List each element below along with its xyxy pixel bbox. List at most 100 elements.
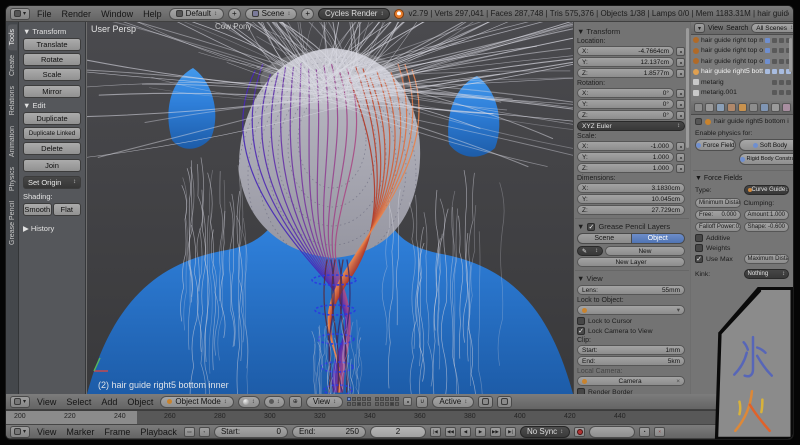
grease-pencil-header[interactable]: ▼ Grease Pencil Layers: [577, 222, 685, 231]
tab-constraints-icon[interactable]: [749, 103, 758, 112]
tab-modifiers-icon[interactable]: [760, 103, 769, 112]
maximum-distance-field[interactable]: Maximum Distanc:0.037: [744, 254, 790, 264]
screen-layout-selector[interactable]: Default ↕: [169, 8, 224, 20]
gp-new-button[interactable]: New: [605, 246, 685, 256]
render-engine-selector[interactable]: Cycles Render ↕: [318, 8, 390, 20]
rotation-z-field[interactable]: Z:0°: [577, 110, 674, 120]
delete-button[interactable]: Delete: [23, 142, 81, 155]
menu-render[interactable]: Render: [59, 9, 95, 19]
clip-start-field[interactable]: Start:1mm: [577, 345, 685, 355]
amount-field[interactable]: Amount:1.000: [744, 210, 790, 220]
rotate-button[interactable]: Rotate: [23, 53, 81, 66]
falloff-power-field[interactable]: Falloff Power:0.000: [695, 222, 741, 232]
npanel-transform-header[interactable]: ▼ Transform: [577, 27, 685, 36]
tl-menu-frame[interactable]: Frame: [101, 427, 133, 437]
lock-icon[interactable]: [676, 58, 685, 67]
additive-checkbox[interactable]: [695, 234, 703, 242]
3d-menu-select[interactable]: Select: [63, 397, 94, 407]
lock-icon[interactable]: [676, 153, 685, 162]
manipulator-translate-icon[interactable]: ⊕: [289, 396, 302, 408]
weights-checkbox[interactable]: [695, 244, 703, 252]
select-icon[interactable]: [779, 59, 784, 64]
location-x-field[interactable]: X:-4.7664cm: [577, 46, 674, 56]
outliner-menu-view[interactable]: View: [708, 25, 723, 32]
panel-header-edit[interactable]: ▼ Edit: [23, 101, 81, 110]
rotation-x-field[interactable]: X:0°: [577, 88, 674, 98]
tab-scene-icon[interactable]: [716, 103, 725, 112]
jump-to-end-button[interactable]: ▶|: [505, 427, 516, 437]
tab-render-icon[interactable]: [694, 103, 703, 112]
wrench-icon[interactable]: [765, 38, 770, 43]
pivot-dropdown[interactable]: ↕: [264, 396, 285, 408]
use-max-checkbox[interactable]: [695, 255, 703, 263]
rigid-body-constraint-button[interactable]: Rigid Body Constraint: [739, 153, 794, 165]
kink-dropdown[interactable]: Nothing↕: [744, 269, 790, 279]
lock-icon[interactable]: [676, 111, 685, 120]
menu-help[interactable]: Help: [140, 9, 165, 19]
dim-y-field[interactable]: Y:10.045cm: [577, 194, 685, 204]
tab-grease-pencil[interactable]: Grease Pencil: [8, 196, 17, 250]
wrench-icon[interactable]: [765, 69, 770, 74]
tab-animation[interactable]: Animation: [8, 121, 17, 162]
gp-brush-dropdown[interactable]: ✎↕: [577, 246, 603, 256]
outliner-scope-dropdown[interactable]: All Scenes↕: [751, 23, 793, 33]
tab-material-icon[interactable]: [782, 103, 791, 112]
tl-menu-playback[interactable]: Playback: [137, 427, 180, 437]
tl-menu-view[interactable]: View: [34, 427, 59, 437]
scene-selector[interactable]: Scene ↕: [245, 8, 298, 20]
lock-icon[interactable]: [676, 47, 685, 56]
lock-to-cursor-checkbox[interactable]: [577, 317, 585, 325]
scale-y-field[interactable]: Y:1.000: [577, 152, 674, 162]
timeline-scroll-handle[interactable]: [749, 416, 763, 420]
outliner-scrollbar[interactable]: [789, 38, 792, 72]
rotation-y-field[interactable]: Y:0°: [577, 99, 674, 109]
transform-orientation-dropdown[interactable]: View↕: [306, 396, 343, 408]
free-field[interactable]: Free:0.000: [695, 210, 741, 220]
panel-header-history[interactable]: ▶ History: [23, 224, 81, 233]
soft-body-button[interactable]: Soft Body: [739, 139, 794, 151]
3d-viewport[interactable]: User Persp Cow Pony (2) hair guide right…: [87, 22, 573, 394]
scale-x-field[interactable]: X:-1.000: [577, 141, 674, 151]
rotation-mode-dropdown[interactable]: XYZ Euler↕: [577, 121, 685, 131]
render-icon[interactable]: [786, 80, 791, 85]
select-icon[interactable]: [779, 80, 784, 85]
mode-dropdown[interactable]: Object Mode↕: [160, 396, 233, 408]
tab-tools[interactable]: Tools: [8, 24, 17, 50]
scale-z-field[interactable]: Z:1.000: [577, 163, 674, 173]
use-preview-range-icon[interactable]: ▭: [184, 427, 195, 437]
current-frame-field[interactable]: 2: [370, 426, 426, 438]
eye-icon[interactable]: [772, 69, 777, 74]
timeline-ruler[interactable]: 200 220 240 260 280 300 320 340 360 380 …: [6, 410, 793, 424]
jump-to-start-button[interactable]: |◀: [430, 427, 441, 437]
duplicate-button[interactable]: Duplicate: [23, 112, 81, 125]
translate-button[interactable]: Translate: [23, 38, 81, 51]
grease-pencil-checkbox[interactable]: [587, 223, 595, 231]
lock-icon[interactable]: [676, 69, 685, 78]
minimum-distance-field[interactable]: Minimum Distanc:0.000: [695, 198, 741, 208]
select-icon[interactable]: [779, 38, 784, 43]
timeline-editor-icon[interactable]: ▾: [10, 426, 30, 438]
set-origin-dropdown[interactable]: Set Origin↕: [23, 176, 81, 189]
eye-icon[interactable]: [772, 80, 777, 85]
menu-file[interactable]: File: [34, 9, 55, 19]
lock-range-icon[interactable]: ∘: [199, 427, 210, 437]
location-y-field[interactable]: Y:12.137cm: [577, 57, 674, 67]
active-element-dropdown[interactable]: Active↕: [432, 396, 474, 408]
lock-icon[interactable]: [676, 89, 685, 98]
location-z-field[interactable]: Z:1.8577m: [577, 68, 674, 78]
3d-menu-add[interactable]: Add: [98, 397, 120, 407]
panel-header-transform[interactable]: ▼ Transform: [23, 27, 81, 36]
outliner-row[interactable]: metarig.001: [691, 88, 793, 99]
tab-world-icon[interactable]: [727, 103, 736, 112]
eye-icon[interactable]: [772, 38, 777, 43]
layers-widget-right[interactable]: [375, 397, 399, 406]
next-keyframe-button[interactable]: ▶▶: [490, 427, 501, 437]
prev-keyframe-button[interactable]: ◀◀: [445, 427, 456, 437]
force-type-dropdown[interactable]: Curve Guide↕: [744, 185, 790, 195]
shape-field[interactable]: Shape:-0.600: [744, 222, 790, 232]
menu-window[interactable]: Window: [98, 9, 136, 19]
lock-to-object-field[interactable]: ▾: [577, 305, 685, 315]
lock-icon[interactable]: [676, 142, 685, 151]
lock-icon[interactable]: [676, 164, 685, 173]
layers-widget-left[interactable]: [347, 397, 371, 406]
